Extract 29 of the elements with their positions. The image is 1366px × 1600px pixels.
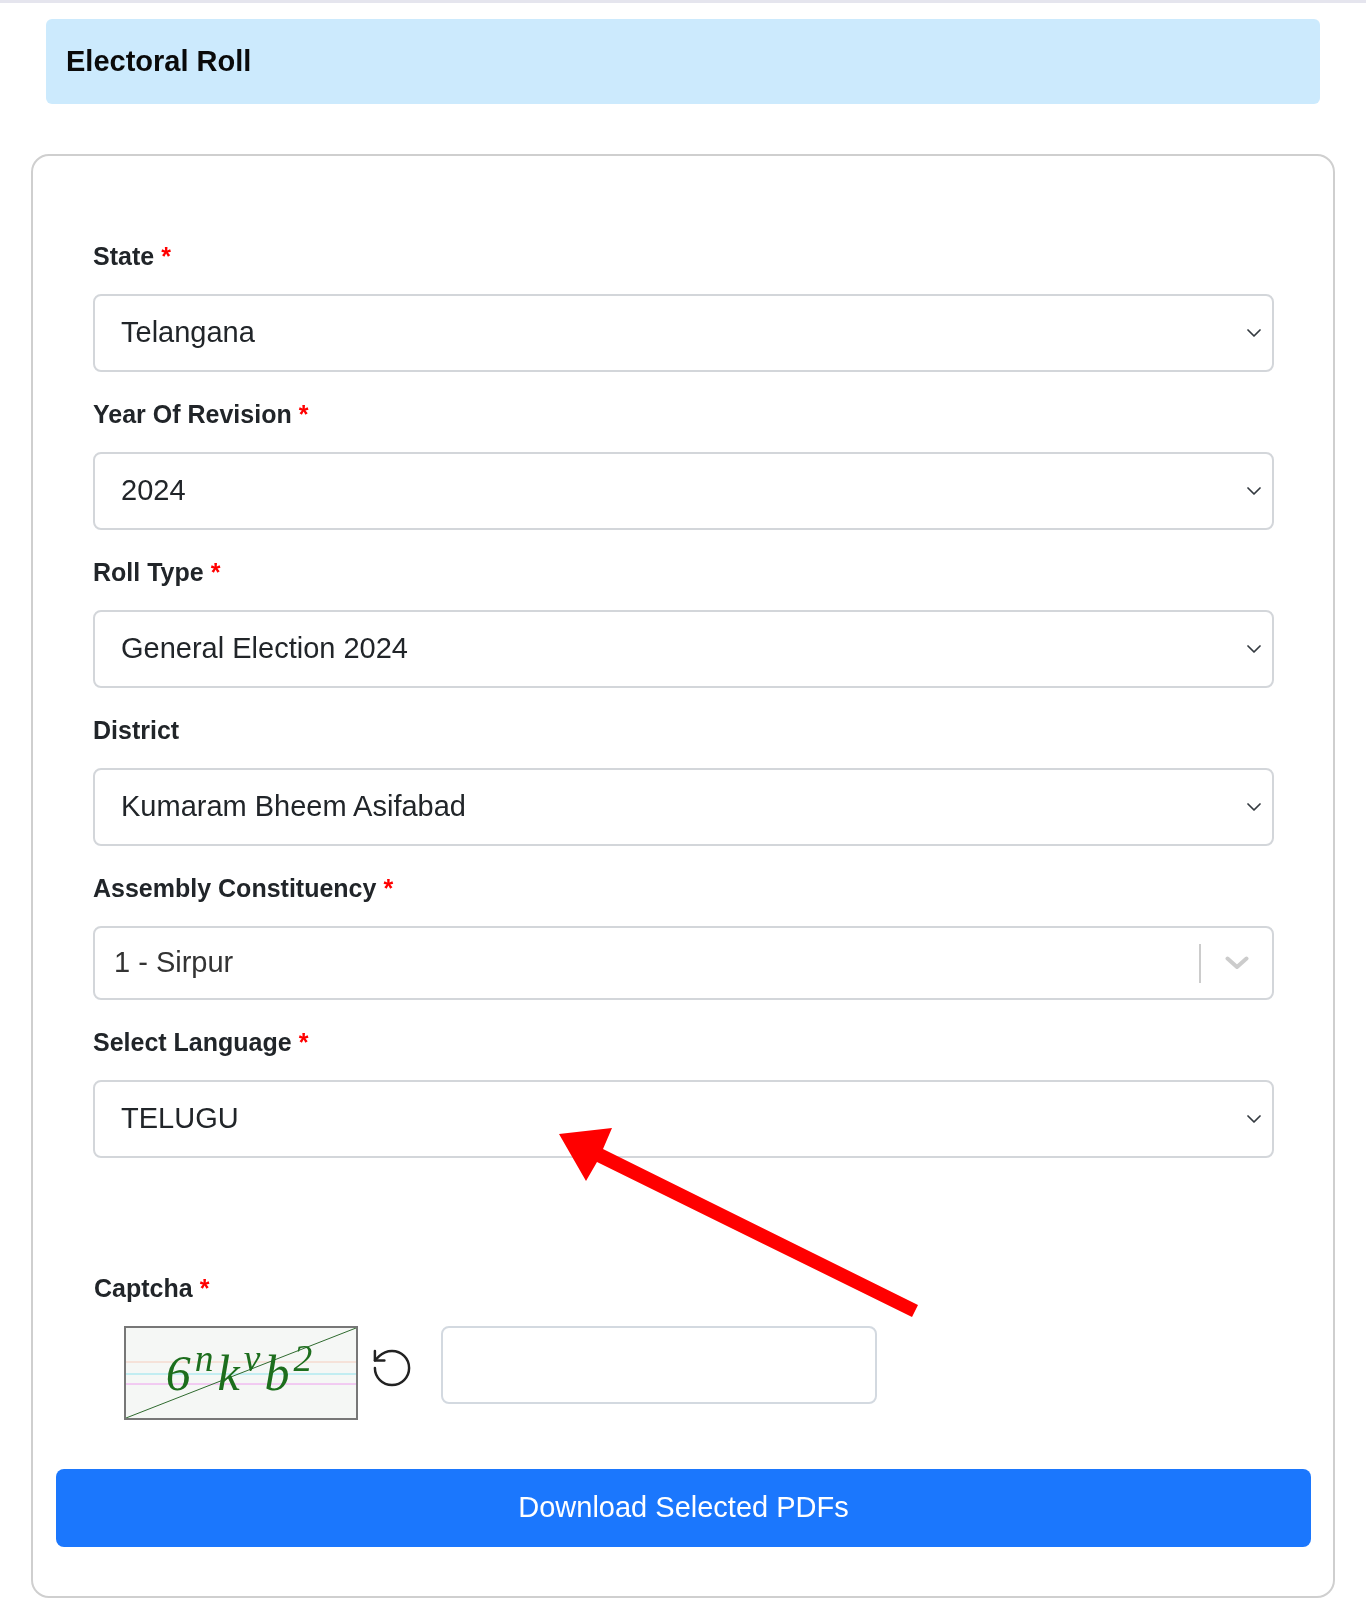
field-label: State [93, 241, 155, 271]
refresh-icon[interactable] [373, 1349, 411, 1387]
chevron-down-icon [1247, 645, 1261, 653]
required-mark: * [298, 399, 309, 429]
chevron-down-icon [1247, 1115, 1261, 1123]
required-mark: * [383, 873, 394, 903]
required-mark: * [199, 1273, 210, 1303]
chevron-down-icon [1247, 329, 1261, 337]
field-label: Assembly Constituency [93, 873, 377, 903]
field-label: Select Language [93, 1027, 292, 1057]
field-label: District [93, 715, 180, 745]
chevron-down-icon [1247, 803, 1261, 811]
dropdown[interactable]: 2024 [93, 452, 1274, 530]
dropdown[interactable]: General Election 2024 [93, 610, 1274, 688]
dropdown[interactable]: Telangana [93, 294, 1274, 372]
chevron-down-icon [1247, 487, 1261, 495]
field-label: Year Of Revision [93, 399, 292, 429]
field-label: Captcha [94, 1273, 193, 1303]
dropdown[interactable]: 1 - Sirpur [93, 926, 1274, 1000]
download-button[interactable]: Download Selected PDFs [56, 1469, 1311, 1547]
field-label: Roll Type [93, 557, 204, 587]
dropdown[interactable]: Kumaram Bheem Asifabad [93, 768, 1274, 846]
chevron-down-icon [1225, 956, 1249, 970]
required-mark: * [298, 1027, 309, 1057]
page-title: Electoral Roll [66, 43, 252, 79]
dropdown[interactable]: TELUGU [93, 1080, 1274, 1158]
required-mark: * [210, 557, 221, 587]
captcha-input[interactable] [441, 1326, 877, 1404]
required-mark: * [161, 241, 171, 271]
